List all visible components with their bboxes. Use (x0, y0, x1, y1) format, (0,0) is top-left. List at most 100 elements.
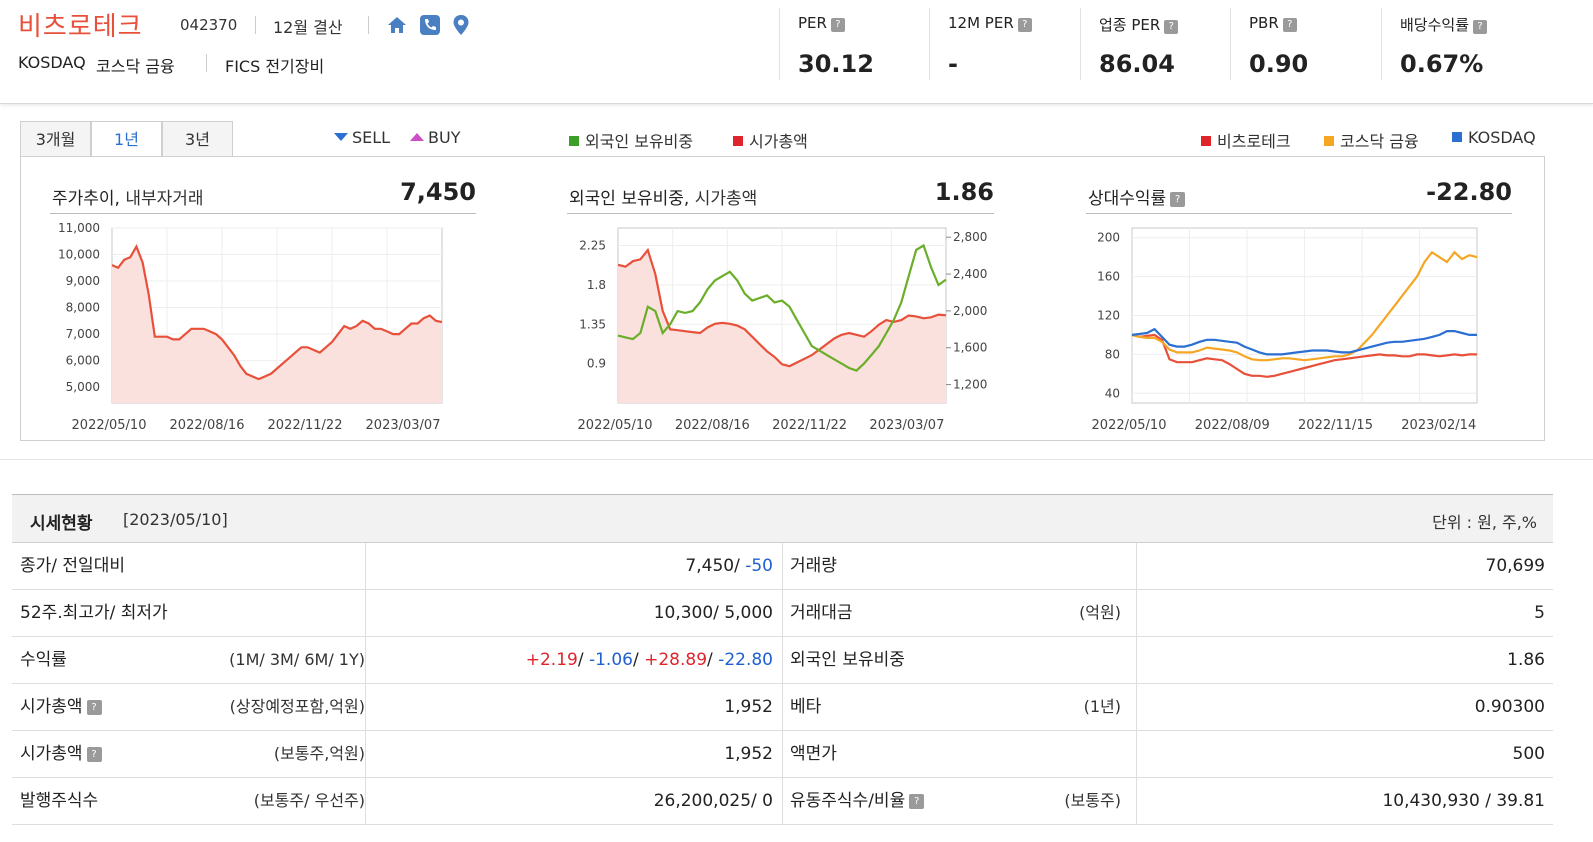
table-unit: 단위 : 원, 주,% (1432, 513, 1537, 532)
row-label: 시가총액? (20, 731, 102, 777)
row-value: 1.86 (1507, 650, 1545, 670)
legend-label: SELL (352, 128, 391, 147)
row-label: 52주.최고가/ 최저가 (20, 603, 168, 623)
metric-value: 0.90 (1249, 50, 1309, 78)
y-right-tick-label: 1,200 (953, 378, 987, 392)
x-tick-label: 2023/03/07 (869, 418, 944, 433)
table-row: 시가총액? (상장예정포함,억원) 1,952 베타 (1년) 0.90300 (12, 684, 1553, 731)
metric-pbr: PBR? 0.90 (1230, 8, 1381, 80)
help-icon[interactable]: ? (1017, 18, 1032, 32)
tab-3-years[interactable]: 3년 (162, 121, 233, 157)
divider (368, 16, 369, 34)
legend-swatch (733, 136, 743, 146)
divider (365, 778, 366, 825)
divider (1086, 213, 1512, 214)
row-label: 발행주식수 (20, 791, 99, 811)
x-tick-label: 2022/08/16 (170, 418, 245, 433)
relative-return-chart[interactable]: 2022/05/10 2022/08/09 2022/11/15 2023/02/14… (1080, 220, 1510, 435)
table-row: 발행주식수 (보통주/ 우선주) 26,200,025/ 0 유동주식수/비율?… (12, 778, 1553, 825)
legend-label: KOSDAQ (1468, 128, 1536, 147)
row-label: 유동주식수/비율? (790, 778, 925, 824)
row-value: 26,200,025/ 0 (653, 791, 773, 811)
separator: / (707, 650, 713, 670)
metric-value: - (948, 50, 958, 78)
help-icon[interactable]: ? (1282, 18, 1297, 32)
divider (1136, 590, 1137, 637)
legend-label: 코스닥 금융 (1340, 132, 1419, 151)
foreign-chart[interactable]: 2022/05/10 2022/08/16 2022/11/22 2023/03/07… (560, 220, 1010, 435)
row-value: 0.90300 (1474, 697, 1545, 717)
metric-value: 0.67% (1400, 50, 1484, 78)
company-name: 비츠로테크 (18, 12, 143, 42)
close-price: 7,450/ (685, 556, 740, 576)
help-icon[interactable]: ? (86, 700, 102, 715)
return-6m: +28.89 (644, 650, 708, 670)
price-chart[interactable]: 2022/05/10 2022/08/16 2022/11/22 2023/03/07… (40, 220, 470, 435)
chart-subtitle[interactable]: 내부자거래 (125, 189, 203, 209)
y-left-tick-label: 0.9 (587, 357, 606, 371)
sector-label[interactable]: 코스닥 금융 (96, 53, 175, 77)
foreign-chart-title: 외국인 보유비중, 시가총액 (569, 184, 757, 209)
divider (782, 590, 783, 637)
divider (1136, 637, 1137, 684)
table-title: 시세현황 (30, 514, 93, 534)
chart-title-text: 주가추이, (52, 189, 120, 209)
divider (782, 637, 783, 684)
divider (0, 459, 1593, 460)
help-icon[interactable]: ? (1164, 20, 1179, 34)
chart-title-text: 외국인 보유비중, (569, 189, 690, 209)
help-icon[interactable]: ? (1473, 20, 1488, 34)
row-value: 10,300/ 5,000 (653, 603, 773, 623)
location-pin-icon[interactable] (450, 14, 472, 36)
row-label: 액면가 (790, 744, 837, 764)
help-icon[interactable]: ? (830, 18, 845, 32)
legend-buy: BUY (410, 128, 460, 147)
x-tick-label: 2023/03/07 (366, 418, 441, 433)
chart-subtitle: 시가총액 (694, 189, 758, 209)
row-sublabel: (억원) (1079, 603, 1121, 622)
row-value: 1,952 (724, 697, 773, 717)
tab-3-months[interactable]: 3개월 (20, 121, 91, 157)
y-right-tick-label: 1,600 (953, 341, 987, 355)
divider (50, 213, 476, 214)
legend-label: BUY (428, 128, 461, 147)
row-value: 500 (1512, 744, 1545, 764)
divider (1136, 731, 1137, 778)
row-label: 종가/ 전일대비 (20, 556, 125, 576)
x-tick-label: 2022/11/22 (772, 418, 847, 433)
home-icon[interactable] (386, 14, 408, 36)
tab-1-year[interactable]: 1년 (91, 121, 162, 158)
legend-swatch (569, 136, 579, 146)
row-value: 10,430,930 / 39.81 (1382, 791, 1545, 811)
legend-label: 외국인 보유비중 (585, 132, 694, 151)
help-icon[interactable]: ? (909, 794, 925, 809)
divider (782, 684, 783, 731)
help-icon[interactable]: ? (1170, 192, 1186, 207)
stock-header: 비츠로테크 042370 12월 결산 KOSDAQ 코스닥 금융 FICS 전… (0, 0, 1593, 104)
divider (365, 590, 366, 637)
y-tick-label: 8,000 (66, 301, 100, 315)
legend-stock: 비츠로테크 (1201, 128, 1291, 152)
metric-label: PBR (1249, 14, 1279, 32)
metric-label: 12M PER (948, 14, 1014, 32)
y-tick-label: 200 (1097, 231, 1120, 245)
y-left-tick-label: 1.35 (579, 317, 606, 331)
divider (782, 778, 783, 825)
row-label-text: 시가총액 (20, 744, 83, 764)
divider (567, 213, 994, 214)
legend-foreign-ratio: 외국인 보유비중 (569, 128, 693, 152)
legend-sector: 코스닥 금융 (1324, 128, 1419, 152)
metric-sector-per: 업종 PER? 86.04 (1080, 8, 1230, 80)
metric-label: 업종 PER (1099, 16, 1161, 34)
y-tick-label: 80 (1105, 347, 1120, 361)
phone-icon[interactable] (419, 14, 441, 36)
fics-label[interactable]: FICS 전기장비 (225, 53, 324, 77)
y-tick-label: 7,000 (66, 327, 100, 341)
divider (365, 731, 366, 778)
row-value: 1,952 (724, 744, 773, 764)
foreign-chart-value: 1.86 (934, 178, 994, 206)
y-right-tick-label: 2,000 (953, 304, 987, 318)
metric-dividend-yield: 배당수익률? 0.67% (1381, 8, 1581, 80)
price-chart-title: 주가추이, 내부자거래 (52, 184, 204, 209)
help-icon[interactable]: ? (86, 747, 102, 762)
